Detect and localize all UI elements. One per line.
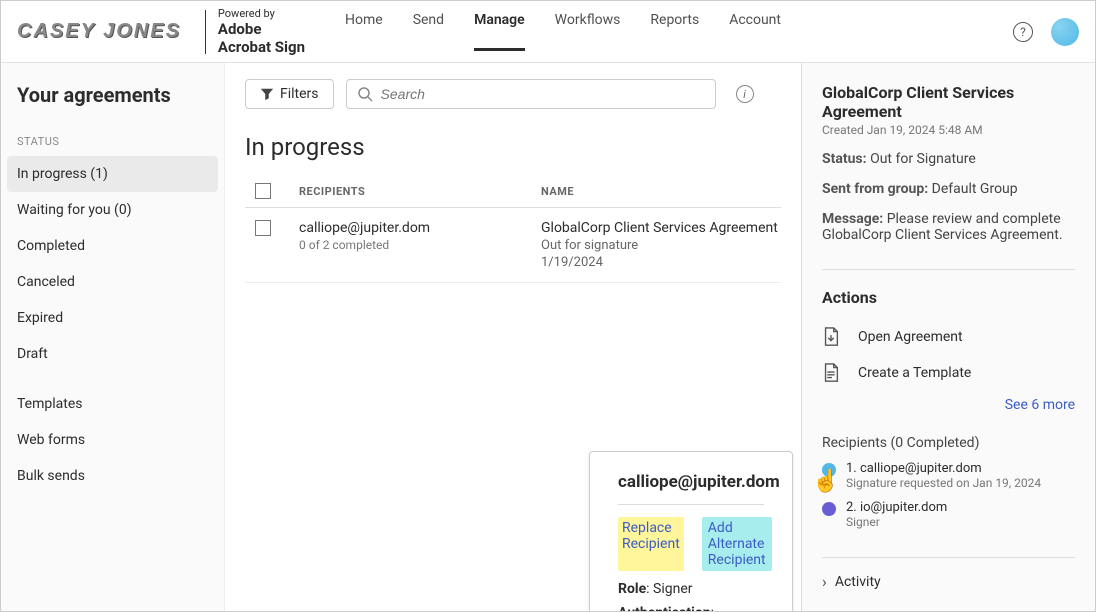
recipients-title: Recipients (0 Completed) [822, 435, 1075, 451]
sidebar-item-templates[interactable]: Templates [1, 386, 224, 422]
help-icon[interactable]: ? [1013, 22, 1033, 42]
table-header: RECIPIENTS NAME [245, 175, 781, 208]
details-panel: GlobalCorp Client Services Agreement Cre… [801, 63, 1095, 611]
agreement-title: GlobalCorp Client Services Agreement [822, 83, 1075, 121]
search-input[interactable] [381, 86, 705, 102]
sidebar-item-webforms[interactable]: Web forms [1, 422, 224, 458]
recipient-2[interactable]: 2. io@jupiter.dom Signer [822, 500, 1075, 529]
row-title: GlobalCorp Client Services Agreement [541, 220, 781, 236]
replace-recipient-button[interactable]: Replace Recipient [618, 517, 684, 571]
document-icon [822, 327, 840, 347]
activity-toggle[interactable]: › Activity [822, 557, 1075, 591]
divider [205, 10, 206, 54]
add-alternate-recipient-button[interactable]: Add Alternate Recipient [702, 517, 772, 571]
nav-account[interactable]: Account [729, 12, 781, 51]
sidebar-item-in-progress[interactable]: In progress (1) [7, 156, 218, 192]
open-agreement-action[interactable]: Open Agreement [822, 319, 1075, 355]
brand-logo: CASEY JONES [17, 20, 181, 43]
search-box[interactable] [346, 79, 716, 109]
nav-reports[interactable]: Reports [650, 12, 699, 51]
create-template-action[interactable]: Create a Template [822, 355, 1075, 391]
table-row[interactable]: calliope@jupiter.dom 0 of 2 completed Gl… [245, 208, 781, 283]
sidebar-item-bulk[interactable]: Bulk sends [1, 458, 224, 494]
recipient-status-dot [822, 463, 836, 477]
popover-title: calliope@jupiter.dom [618, 472, 764, 505]
sidebar: Your agreements STATUS In progress (1) W… [1, 63, 225, 611]
sidebar-item-completed[interactable]: Completed [1, 228, 224, 264]
search-icon [357, 86, 373, 102]
nav-manage[interactable]: Manage [474, 12, 525, 51]
recipient-1[interactable]: 1. calliope@jupiter.dom Signature reques… [822, 461, 1075, 490]
powered-by: Powered by Adobe Acrobat Sign [218, 7, 305, 56]
filter-icon [260, 87, 274, 101]
see-more-link[interactable]: See 6 more [822, 397, 1075, 413]
main-content: Filters i In progress RECIPIENTS NAME ca… [225, 63, 801, 611]
nav-workflows[interactable]: Workflows [555, 12, 621, 51]
row-email: calliope@jupiter.dom [299, 220, 541, 236]
status-section-label: STATUS [1, 127, 224, 156]
chevron-right-icon: › [822, 572, 827, 591]
sidebar-item-canceled[interactable]: Canceled [1, 264, 224, 300]
filters-button[interactable]: Filters [245, 79, 334, 109]
row-checkbox[interactable] [255, 220, 271, 236]
recipient-status-dot [822, 502, 836, 516]
sidebar-item-waiting[interactable]: Waiting for you (0) [1, 192, 224, 228]
info-icon[interactable]: i [736, 85, 754, 103]
th-recipients: RECIPIENTS [299, 185, 541, 198]
sidebar-item-draft[interactable]: Draft [1, 336, 224, 372]
row-date: 1/19/2024 [541, 255, 781, 270]
select-all-checkbox[interactable] [255, 183, 271, 199]
nav-send[interactable]: Send [413, 12, 444, 51]
template-icon [822, 363, 840, 383]
nav-home[interactable]: Home [345, 12, 383, 51]
header: CASEY JONES Powered by Adobe Acrobat Sig… [1, 1, 1095, 63]
recipient-popover: calliope@jupiter.dom Replace Recipient A… [589, 451, 793, 611]
page-heading: In progress [245, 133, 781, 161]
row-completed: 0 of 2 completed [299, 238, 541, 252]
actions-heading: Actions [822, 288, 1075, 307]
row-status: Out for signature [541, 238, 781, 253]
sidebar-title: Your agreements [1, 83, 224, 127]
top-nav: Home Send Manage Workflows Reports Accou… [345, 12, 781, 51]
created-date: Created Jan 19, 2024 5:48 AM [822, 123, 1075, 137]
avatar[interactable] [1051, 18, 1079, 46]
sidebar-item-expired[interactable]: Expired [1, 300, 224, 336]
th-name: NAME [541, 185, 781, 198]
